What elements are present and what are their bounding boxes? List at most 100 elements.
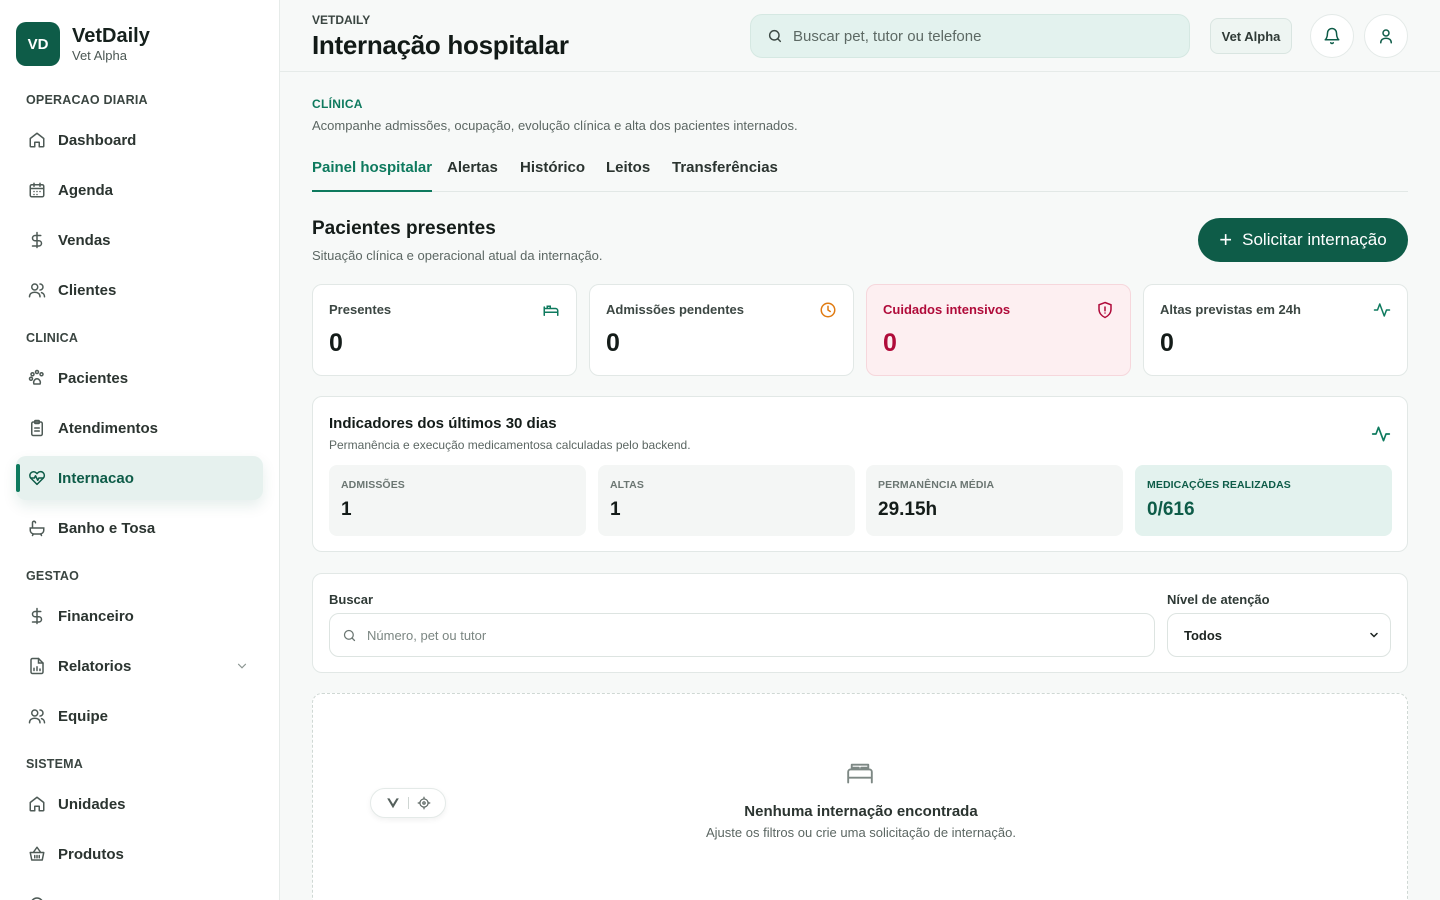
section-description: Acompanhe admissões, ocupação, evolução … [312, 118, 798, 133]
indicator-value: 1 [610, 499, 621, 520]
indicator-altas: ALTAS 1 [598, 465, 855, 536]
main-content: CLÍNICA Acompanhe admissões, ocupação, e… [312, 72, 1408, 900]
empty-state: Nenhuma internação encontrada Ajuste os … [312, 693, 1408, 900]
sidebar-item-vendas[interactable]: Vendas [16, 218, 263, 262]
clipboard-icon [31, 419, 43, 437]
brand[interactable]: VD VetDaily Vet Alpha [16, 22, 150, 66]
bed-icon [847, 763, 873, 784]
users-icon [28, 709, 46, 724]
devtools-widget[interactable] [370, 788, 446, 818]
top-header: VETDAILY Internação hospitalar Vet Alpha [280, 0, 1440, 72]
sidebar-item-label: Clientes [58, 281, 117, 299]
sidebar-item-banho-tosa[interactable]: Banho e Tosa [16, 506, 263, 550]
patient-search[interactable] [329, 613, 1155, 657]
brand-logo: VD [16, 22, 60, 66]
stat-label: Admissões pendentes [606, 302, 744, 317]
heart-pulse-icon [29, 470, 46, 486]
sidebar-item-partial[interactable] [16, 882, 263, 900]
indicators-subtitle: Permanência e execução medicamentosa cal… [329, 438, 691, 452]
dollar-icon [31, 607, 43, 625]
patients-subtitle: Situação clínica e operacional atual da … [312, 248, 603, 263]
sidebar-item-agenda[interactable]: Agenda [16, 168, 263, 212]
stat-value: 0 [883, 329, 897, 357]
search-icon [768, 29, 782, 43]
tab-bar: Painel hospitalar Alertas Histórico Leit… [312, 156, 1408, 192]
sidebar-item-label: Vendas [58, 231, 111, 249]
sidebar-item-label: Equipe [58, 707, 109, 725]
nav-section-sistema: SISTEMA [26, 757, 83, 771]
indicator-permanencia-media: PERMANÊNCIA MÉDIA 29.15h [866, 465, 1123, 536]
attention-level-label: Nível de atenção [1167, 592, 1270, 607]
indicator-label: MEDICAÇÕES REALIZADAS [1147, 479, 1291, 491]
plus-icon: + [1219, 227, 1233, 252]
sidebar-item-equipe[interactable]: Equipe [16, 694, 263, 738]
global-search[interactable] [750, 14, 1190, 58]
tab-leitos[interactable]: Leitos [606, 159, 650, 192]
page-title: Internação hospitalar [312, 30, 569, 60]
tab-painel-hospitalar[interactable]: Painel hospitalar [312, 159, 433, 192]
sidebar-item-clientes[interactable]: Clientes [16, 268, 263, 312]
settings-icon [31, 897, 43, 900]
sidebar-item-relatorios[interactable]: Relatorios [16, 644, 263, 688]
chevron-down-icon [1370, 632, 1378, 638]
user-icon [1380, 29, 1392, 44]
request-admission-button[interactable]: + Solicitar internação [1198, 218, 1408, 262]
global-search-input[interactable] [793, 27, 1153, 45]
indicators-title: Indicadores dos últimos 30 dias [329, 415, 557, 432]
sidebar-item-label: Banho e Tosa [58, 519, 156, 537]
user-menu-button[interactable] [1364, 14, 1408, 58]
empty-state-subtitle: Ajuste os filtros ou crie uma solicitaçã… [706, 825, 1016, 840]
sidebar-item-unidades[interactable]: Unidades [16, 782, 263, 826]
tab-alertas[interactable]: Alertas [447, 159, 498, 192]
clock-icon [820, 302, 836, 318]
activity-icon [1373, 303, 1391, 317]
basket-icon [29, 846, 45, 861]
sidebar-item-internacao[interactable]: Internacao [16, 456, 263, 500]
notifications-button[interactable] [1310, 14, 1354, 58]
sidebar-item-label: Agenda [58, 181, 114, 199]
chevron-down-icon[interactable] [235, 659, 249, 673]
stat-label: Presentes [329, 302, 392, 317]
sidebar-item-financeiro[interactable]: Financeiro [16, 594, 263, 638]
indicator-label: ADMISSÕES [341, 479, 405, 491]
indicators-panel: Indicadores dos últimos 30 dias Permanên… [312, 396, 1408, 552]
indicator-value: 29.15h [878, 499, 938, 520]
sidebar-item-pacientes[interactable]: Pacientes [16, 356, 263, 400]
stat-value: 0 [1160, 329, 1174, 357]
stat-card-cuidados-intensivos: Cuidados intensivos 0 [866, 284, 1131, 376]
tab-historico[interactable]: Histórico [520, 159, 585, 192]
nav-section-clinica: CLINICA [26, 331, 79, 345]
indicator-label: PERMANÊNCIA MÉDIA [878, 479, 995, 491]
shield-alert-icon [1098, 301, 1112, 319]
paw-icon [28, 369, 44, 385]
stat-card-altas-previstas: Altas previstas em 24h 0 [1143, 284, 1408, 376]
filters-panel: Buscar Nível de atenção Todos [312, 573, 1408, 673]
attention-level-select[interactable]: Todos [1167, 613, 1391, 657]
stat-value: 0 [329, 329, 343, 357]
bell-icon [1324, 27, 1340, 45]
sidebar-item-label: Produtos [58, 845, 124, 863]
indicator-value: 1 [341, 499, 352, 520]
unit-switcher-button[interactable]: Vet Alpha [1210, 18, 1292, 54]
sidebar-item-label: Unidades [58, 795, 126, 813]
sidebar-item-dashboard[interactable]: Dashboard [16, 118, 263, 162]
sidebar-item-label: Relatorios [58, 657, 132, 675]
sidebar-item-label: Atendimentos [58, 419, 159, 437]
indicator-medicacoes-realizadas: MEDICAÇÕES REALIZADAS 0/616 [1135, 465, 1392, 536]
home-icon [29, 796, 45, 812]
patient-search-input[interactable] [367, 627, 1127, 643]
stat-card-admissoes-pendentes: Admissões pendentes 0 [589, 284, 854, 376]
tab-transferencias[interactable]: Transferências [672, 159, 778, 192]
sidebar-item-produtos[interactable]: Produtos [16, 832, 263, 876]
search-icon [343, 629, 356, 641]
home-icon [29, 132, 45, 148]
section-kicker: CLÍNICA [312, 97, 363, 111]
dollar-icon [31, 231, 43, 249]
sidebar-item-atendimentos[interactable]: Atendimentos [16, 406, 263, 450]
activity-icon [1371, 426, 1391, 442]
sidebar-item-label: Dashboard [58, 131, 137, 149]
sidebar-item-label: Pacientes [58, 369, 129, 387]
indicator-admissoes: ADMISSÕES 1 [329, 465, 586, 536]
vue-logo-icon [386, 798, 399, 809]
indicator-value: 0/616 [1147, 499, 1195, 520]
